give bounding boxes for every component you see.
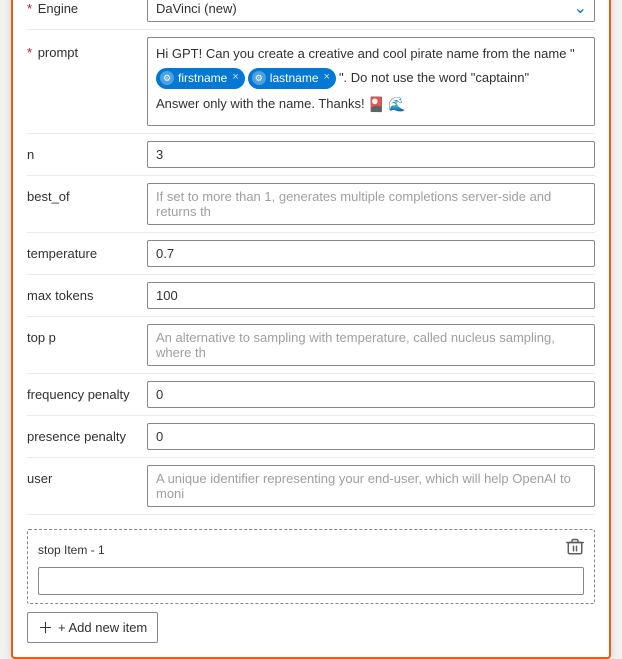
engine-dropdown-wrapper: DaVinci (new) ⌄ (147, 0, 595, 22)
n-input[interactable] (147, 141, 595, 168)
prompt-suffix: ". Do not use the word "captainn" (339, 68, 529, 89)
prompt-prefix: Hi GPT! Can you create a creative and co… (156, 44, 575, 65)
n-value (147, 141, 595, 168)
frequency-penalty-value (147, 381, 595, 408)
top-p-field-row: top p An alternative to sampling with te… (27, 317, 595, 373)
firstname-token[interactable]: ⚙ firstname × (156, 68, 245, 89)
token-icon-1: ⚙ (160, 71, 174, 85)
presence-penalty-value (147, 423, 595, 450)
stop-section-wrapper: stop Item - 1 ＋ + Add new ite (27, 523, 595, 643)
presence-penalty-label: presence penalty (27, 423, 147, 444)
add-item-label: + Add new item (58, 620, 147, 635)
frequency-penalty-input[interactable] (147, 381, 595, 408)
card-body: * Engine DaVinci (new) ⌄ * prompt Hi GPT… (13, 0, 609, 657)
user-value: A unique identifier representing your en… (147, 465, 595, 507)
stop-item-input[interactable] (38, 567, 584, 595)
prompt-box[interactable]: Hi GPT! Can you create a creative and co… (147, 37, 595, 126)
top-p-value: An alternative to sampling with temperat… (147, 324, 595, 366)
prompt-label: * prompt (27, 37, 147, 60)
engine-field-row: * Engine DaVinci (new) ⌄ (27, 0, 595, 29)
best-of-label: best_of (27, 183, 147, 204)
add-new-item-button[interactable]: ＋ + Add new item (27, 612, 158, 643)
plus-icon: ＋ (38, 617, 53, 638)
token2-label: lastname (270, 69, 319, 88)
stop-section: stop Item - 1 (27, 529, 595, 604)
token1-close[interactable]: × (232, 69, 238, 87)
divider (27, 514, 595, 515)
user-field-row: user A unique identifier representing yo… (27, 458, 595, 514)
top-p-label: top p (27, 324, 147, 345)
best-of-field-row: best_of If set to more than 1, generates… (27, 176, 595, 232)
n-field-row: n (27, 134, 595, 175)
top-p-input[interactable]: An alternative to sampling with temperat… (147, 324, 595, 366)
prompt-line-1: Hi GPT! Can you create a creative and co… (156, 44, 586, 89)
stop-section-title: stop Item - 1 (38, 543, 105, 557)
best-of-input[interactable]: If set to more than 1, generates multipl… (147, 183, 595, 225)
lastname-token[interactable]: ⚙ lastname × (248, 68, 336, 89)
n-label: n (27, 141, 147, 162)
engine-label: * Engine (27, 0, 147, 16)
temperature-input[interactable] (147, 240, 595, 267)
user-label: user (27, 465, 147, 486)
emoji-2: 🌊 (388, 93, 405, 115)
max-tokens-field-row: max tokens (27, 275, 595, 316)
stop-section-header: stop Item - 1 (38, 538, 584, 561)
frequency-penalty-field-row: frequency penalty (27, 374, 595, 415)
temperature-value (147, 240, 595, 267)
token1-label: firstname (178, 69, 227, 88)
presence-penalty-field-row: presence penalty (27, 416, 595, 457)
action-card: Ask GPT for pirate name (Forhåndsversjon… (11, 0, 611, 659)
prompt-line-2: Answer only with the name. Thanks! 🎴 🌊 (156, 93, 586, 115)
presence-penalty-input[interactable] (147, 423, 595, 450)
emoji-1: 🎴 (368, 93, 385, 115)
prompt-field-row: * prompt Hi GPT! Can you create a creati… (27, 30, 595, 133)
best-of-value: If set to more than 1, generates multipl… (147, 183, 595, 225)
token-icon-2: ⚙ (252, 71, 266, 85)
token2-close[interactable]: × (324, 69, 330, 87)
max-tokens-value (147, 282, 595, 309)
frequency-penalty-label: frequency penalty (27, 381, 147, 402)
max-tokens-input[interactable] (147, 282, 595, 309)
engine-dropdown[interactable]: DaVinci (new) (147, 0, 595, 22)
prompt-line2-text: Answer only with the name. Thanks! (156, 94, 365, 115)
delete-icon[interactable] (566, 538, 584, 561)
temperature-label: temperature (27, 240, 147, 261)
user-input[interactable]: A unique identifier representing your en… (147, 465, 595, 507)
temperature-field-row: temperature (27, 233, 595, 274)
max-tokens-label: max tokens (27, 282, 147, 303)
prompt-value: Hi GPT! Can you create a creative and co… (147, 37, 595, 126)
